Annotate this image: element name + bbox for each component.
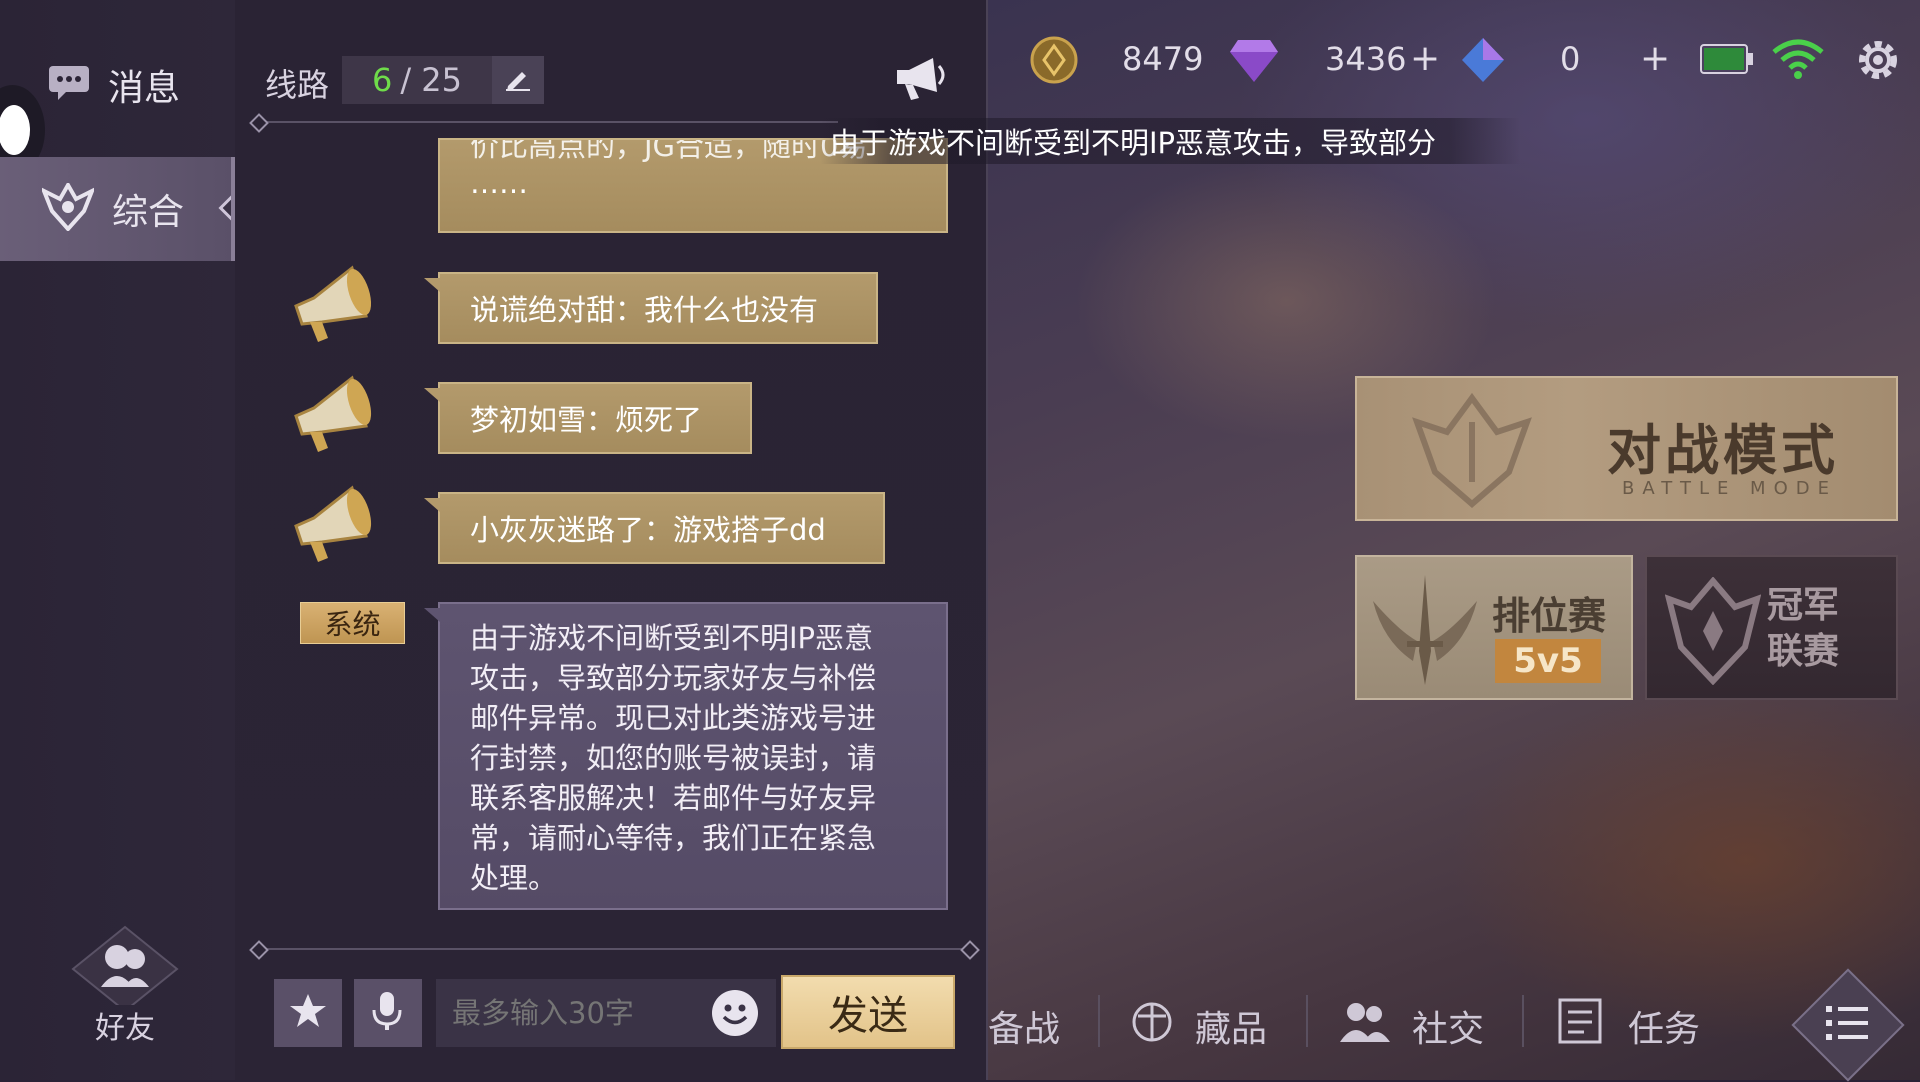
system-message-line: 联系客服解决！若邮件与好友异 xyxy=(470,781,877,815)
wifi-icon xyxy=(1772,38,1824,84)
send-button[interactable]: 发送 xyxy=(781,975,955,1049)
line-selector[interactable]: 6 / 25 xyxy=(342,56,492,104)
line-current: 6 xyxy=(371,61,393,99)
add-crystals-button[interactable]: + xyxy=(1640,38,1670,79)
sword-wings-icon xyxy=(1369,571,1481,693)
ranked-match-title: 排位赛 xyxy=(1492,594,1607,638)
settings-gear-icon[interactable] xyxy=(1852,34,1904,90)
chat-message: 梦初如雪：烦死了 xyxy=(424,382,752,454)
voice-to-text-button[interactable] xyxy=(354,979,422,1047)
chat-top-divider xyxy=(258,121,838,123)
line-total: / 25 xyxy=(400,61,463,99)
battle-mode-subtitle: BATTLE MODE xyxy=(1622,478,1837,499)
tab-general[interactable]: 综合 xyxy=(0,157,250,261)
broadcast-button[interactable] xyxy=(893,52,949,104)
gold-coin-icon xyxy=(1030,36,1078,88)
menu-list-icon xyxy=(1824,1002,1870,1048)
chat-message: 说谎绝对甜：我什么也没有 xyxy=(424,272,878,344)
message-text: 小灰灰迷路了：游戏搭子dd xyxy=(470,513,826,547)
crystal-amount: 0 xyxy=(1560,40,1581,78)
megaphone-avatar-icon xyxy=(288,476,376,566)
gem-amount: 3436 xyxy=(1325,40,1407,78)
blue-crystal-icon xyxy=(1460,36,1506,88)
nav-divider xyxy=(1306,995,1308,1047)
message-text: 梦初如雪：烦死了 xyxy=(470,403,703,437)
system-badge: 系统 xyxy=(300,602,405,644)
tab-general-label: 综合 xyxy=(112,192,185,233)
system-message-line: 攻击，导致部分玩家好友与补偿 xyxy=(470,661,877,695)
champion-league-title: 冠军联赛 xyxy=(1767,585,1840,672)
tab-messages[interactable]: 消息 xyxy=(0,55,235,115)
system-message-line: 邮件异常。现已对此类游戏号进 xyxy=(470,701,877,735)
chat-bottom-divider xyxy=(258,948,968,950)
champion-league-button[interactable]: 冠军联赛 xyxy=(1645,555,1898,700)
social-icon xyxy=(1336,996,1392,1050)
emblem-icon xyxy=(40,180,96,235)
star-pin-icon xyxy=(288,991,328,1035)
message-text-tail: …… xyxy=(470,166,528,200)
ranked-match-mode: 5v5 xyxy=(1495,639,1601,683)
system-message: 由于游戏不间断受到不明IP恶意 攻击，导致部分玩家好友与补偿 邮件异常。现已对此… xyxy=(424,602,948,910)
friends-icon xyxy=(67,925,183,1013)
nav-prepare[interactable]: 备战 xyxy=(988,1000,1060,1052)
system-message-line: 行封禁，如您的账号被误封，请 xyxy=(470,741,877,775)
microphone-icon xyxy=(368,990,408,1036)
emoji-button[interactable] xyxy=(712,990,758,1036)
edit-line-button[interactable] xyxy=(492,56,544,104)
nav-social[interactable]: 社交 xyxy=(1412,1000,1484,1052)
nav-tasks[interactable]: 任务 xyxy=(1628,1000,1700,1052)
system-message-line: 常，请耐心等待，我们正在紧急 xyxy=(470,821,877,855)
friends-button[interactable]: 好友 xyxy=(71,925,179,1046)
message-text: 说谎绝对甜：我什么也没有 xyxy=(470,293,819,327)
nav-divider xyxy=(1522,995,1524,1047)
megaphone-icon xyxy=(893,58,949,108)
quick-phrase-button[interactable] xyxy=(274,979,342,1047)
battle-crest-icon xyxy=(1397,392,1547,514)
tab-messages-label: 消息 xyxy=(108,68,181,109)
nav-divider xyxy=(1098,995,1100,1047)
collection-icon xyxy=(1128,996,1176,1050)
league-crest-icon xyxy=(1664,576,1762,689)
pencil-icon xyxy=(504,64,532,96)
friends-label: 好友 xyxy=(95,1011,155,1046)
chat-bubble-icon xyxy=(48,65,90,105)
battle-mode-button[interactable]: 对战模式 BATTLE MODE xyxy=(1355,376,1898,521)
megaphone-avatar-icon xyxy=(288,366,376,456)
gold-amount: 8479 xyxy=(1122,40,1204,78)
battery-icon xyxy=(1700,44,1754,78)
chat-message: 小灰灰迷路了：游戏搭子dd xyxy=(424,492,885,564)
ranked-match-button[interactable]: 排位赛 5v5 xyxy=(1355,555,1633,700)
nav-collection[interactable]: 藏品 xyxy=(1195,1000,1267,1052)
system-message-line: 处理。 xyxy=(470,861,558,895)
ticker-text: 由于游戏不间断受到不明IP恶意攻击，导致部分 xyxy=(830,126,1437,160)
task-scroll-icon xyxy=(1552,992,1608,1052)
message-text: 价比高点的，JG合适，随时0易 xyxy=(470,138,868,163)
purple-gem-icon xyxy=(1230,38,1278,86)
megaphone-avatar-icon xyxy=(288,256,376,346)
system-message-line: 由于游戏不间断受到不明IP恶意 xyxy=(470,621,874,655)
battle-mode-title: 对战模式 xyxy=(1607,419,1839,482)
smiley-icon xyxy=(712,1004,758,1040)
line-label: 线路 xyxy=(265,66,330,104)
add-gems-button[interactable]: + xyxy=(1410,38,1440,79)
